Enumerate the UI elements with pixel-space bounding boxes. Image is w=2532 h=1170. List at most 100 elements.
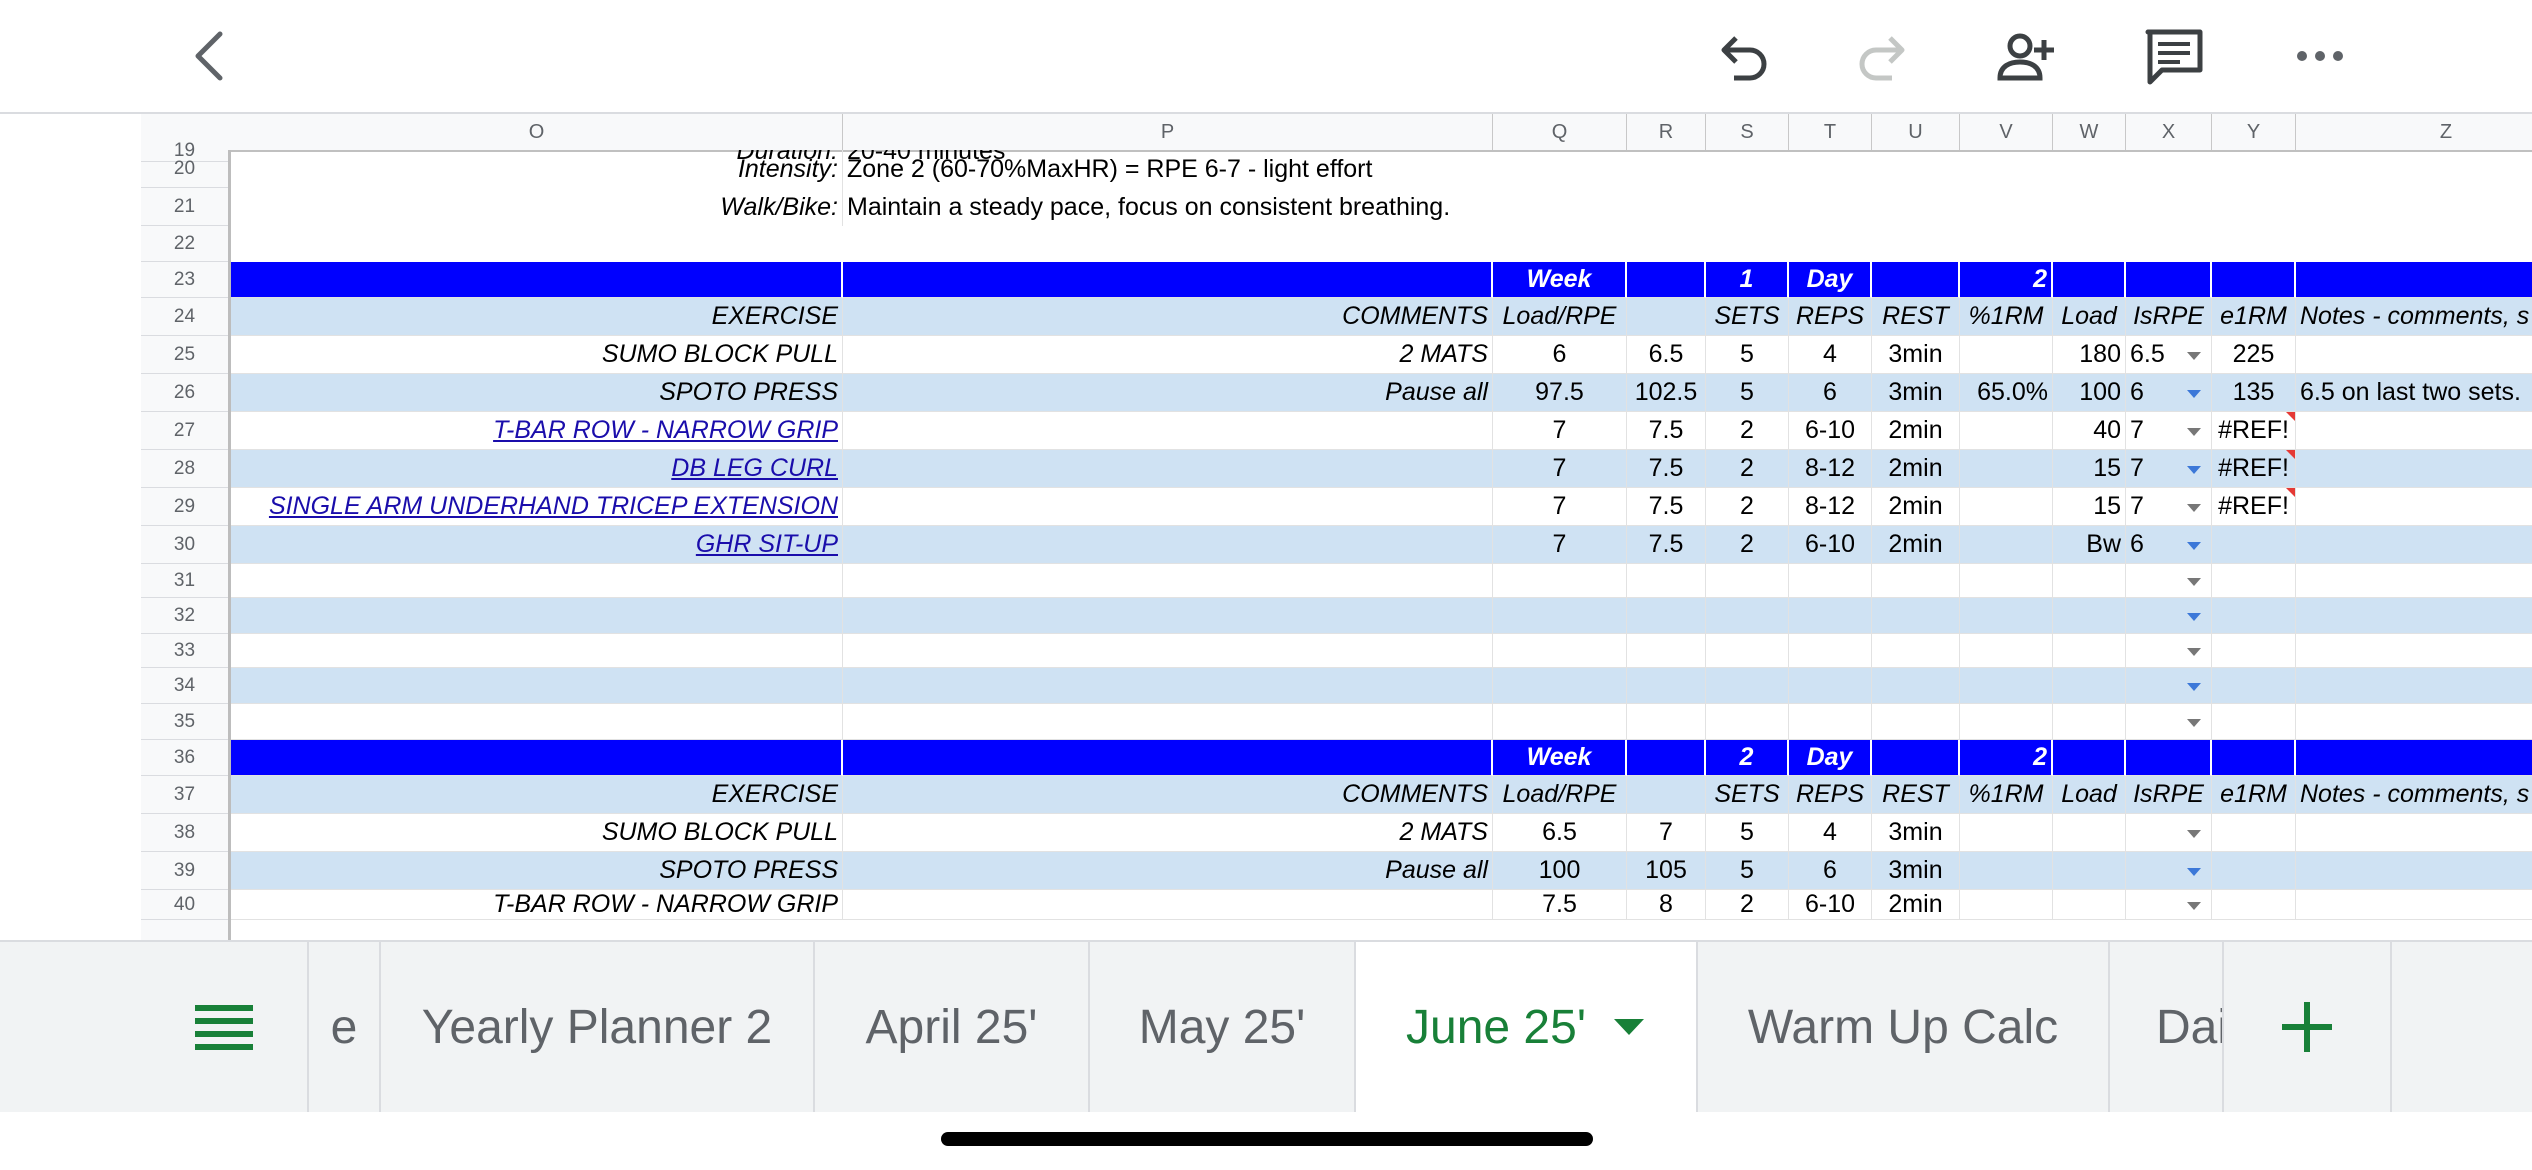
cell-w[interactable]: 100 xyxy=(2053,374,2126,412)
cell-r[interactable]: 7 xyxy=(1627,814,1706,852)
tab-partial-left[interactable]: e xyxy=(309,942,381,1112)
day-label[interactable]: Day xyxy=(1789,740,1872,776)
info-value[interactable]: Zone 2 (60-70%MaxHR) = RPE 6-7 - light e… xyxy=(843,150,1493,188)
tab-june-25[interactable]: June 25' xyxy=(1356,942,1698,1112)
cell-q[interactable]: 7 xyxy=(1493,526,1627,564)
cell-v[interactable] xyxy=(1960,814,2053,852)
cell-t[interactable]: 6 xyxy=(1789,374,1872,412)
cell-w[interactable] xyxy=(2053,814,2126,852)
cell-z[interactable] xyxy=(2296,526,2532,564)
cell-z[interactable] xyxy=(2296,412,2532,450)
cell-s[interactable] xyxy=(1706,188,1789,226)
row-header-33[interactable]: 33 xyxy=(141,634,228,668)
info-value[interactable]: Maintain a steady pace, focus on consist… xyxy=(843,188,1493,226)
row-header-35[interactable]: 35 xyxy=(141,704,228,740)
header-cell-x[interactable] xyxy=(2126,740,2212,776)
spreadsheet-grid[interactable]: O P Q R S T U V W X Y Z 19 20 21 22 23 24 25 26… xyxy=(0,114,2532,940)
row-header-25[interactable]: 25 xyxy=(141,336,228,374)
cell-q[interactable] xyxy=(1493,598,1627,634)
cell-r[interactable]: 105 xyxy=(1627,852,1706,890)
column-label-comments[interactable]: COMMENTS xyxy=(843,776,1493,814)
cell-u[interactable] xyxy=(1872,598,1960,634)
exercise-name[interactable]: GHR SIT-UP xyxy=(231,526,843,564)
column-label-exercise[interactable]: EXERCISE xyxy=(231,776,843,814)
row-header-28[interactable]: 28 xyxy=(141,450,228,488)
cell-u[interactable] xyxy=(1872,668,1960,704)
cell-p[interactable] xyxy=(843,634,1493,668)
cell-z[interactable] xyxy=(2296,814,2532,852)
chevron-down-icon[interactable] xyxy=(2187,648,2201,656)
column-label-rest[interactable]: REST xyxy=(1872,298,1960,336)
cell-w[interactable] xyxy=(2053,668,2126,704)
chevron-down-icon[interactable] xyxy=(2187,830,2201,838)
column-label-notes[interactable]: Notes - comments, s xyxy=(2296,298,2532,336)
cell-z[interactable] xyxy=(2296,668,2532,704)
cell-q[interactable] xyxy=(1493,150,1627,188)
cell-z[interactable] xyxy=(2296,488,2532,526)
cell-w[interactable] xyxy=(2053,598,2126,634)
cell-o[interactable] xyxy=(231,704,843,740)
cell-u[interactable]: 3min xyxy=(1872,852,1960,890)
column-header-x[interactable]: X xyxy=(2126,114,2212,150)
header-cell-z[interactable] xyxy=(2296,740,2532,776)
cell-y[interactable]: #REF! xyxy=(2212,412,2296,450)
exercise-comment[interactable]: Pause all xyxy=(843,374,1493,412)
cell-x[interactable] xyxy=(2126,564,2212,598)
cell-x[interactable] xyxy=(2126,668,2212,704)
back-icon[interactable] xyxy=(180,24,244,88)
cell-q[interactable]: 7 xyxy=(1493,450,1627,488)
more-icon[interactable] xyxy=(2288,24,2352,88)
column-header-y[interactable]: Y xyxy=(2212,114,2296,150)
cell-v[interactable] xyxy=(1960,564,2053,598)
cell-u[interactable] xyxy=(1872,704,1960,740)
chevron-down-icon[interactable] xyxy=(2187,428,2201,436)
cell-q[interactable]: 6 xyxy=(1493,336,1627,374)
column-label-load_rpe[interactable]: Load/RPE xyxy=(1493,298,1627,336)
cell-r[interactable] xyxy=(1627,634,1706,668)
cell-s[interactable]: 2 xyxy=(1706,412,1789,450)
cell-w[interactable] xyxy=(2053,852,2126,890)
row-header-29[interactable]: 29 xyxy=(141,488,228,526)
add-sheet-button[interactable] xyxy=(2224,942,2392,1112)
cell-x[interactable] xyxy=(2126,150,2212,188)
chevron-down-icon[interactable] xyxy=(2187,352,2201,360)
tab-warm-up-calc[interactable]: Warm Up Calc xyxy=(1698,942,2110,1112)
column-label-exercise[interactable]: EXERCISE xyxy=(231,298,843,336)
isrpe-dropdown[interactable]: 6 xyxy=(2126,526,2212,564)
cell-y[interactable] xyxy=(2212,852,2296,890)
cell-z[interactable] xyxy=(2296,188,2532,226)
cell-o[interactable] xyxy=(231,668,843,704)
cell-v[interactable] xyxy=(1960,852,2053,890)
column-label-r[interactable] xyxy=(1627,776,1706,814)
chevron-down-icon[interactable] xyxy=(1612,1017,1646,1037)
column-label-isrpe[interactable]: IsRPE xyxy=(2126,776,2212,814)
cell-y[interactable]: 225 xyxy=(2212,336,2296,374)
isrpe-dropdown[interactable]: 7 xyxy=(2126,450,2212,488)
column-label-reps[interactable]: REPS xyxy=(1789,298,1872,336)
comment-icon[interactable] xyxy=(2142,24,2206,88)
week-label[interactable]: Week xyxy=(1493,262,1627,298)
exercise-name[interactable]: SPOTO PRESS xyxy=(231,852,843,890)
week-number[interactable]: 2 xyxy=(1706,740,1789,776)
column-label-r[interactable] xyxy=(1627,298,1706,336)
cell-w[interactable] xyxy=(2053,150,2126,188)
cell-u[interactable] xyxy=(1872,564,1960,598)
tab-yearly-planner[interactable]: Yearly Planner 2 xyxy=(381,942,815,1112)
exercise-name[interactable]: SPOTO PRESS xyxy=(231,374,843,412)
header-cell-x[interactable] xyxy=(2126,262,2212,298)
cell-r[interactable] xyxy=(1627,668,1706,704)
column-label-load[interactable]: Load xyxy=(2053,298,2126,336)
cell-w[interactable] xyxy=(2053,188,2126,226)
cell-u[interactable] xyxy=(1872,188,1960,226)
cell-z[interactable] xyxy=(2296,598,2532,634)
header-cell-u[interactable] xyxy=(1872,740,1960,776)
header-cell-w[interactable] xyxy=(2053,740,2126,776)
cell-s[interactable]: 5 xyxy=(1706,374,1789,412)
cell-s[interactable] xyxy=(1706,668,1789,704)
cell-y[interactable] xyxy=(2212,188,2296,226)
cell-r[interactable] xyxy=(1627,704,1706,740)
cell-t[interactable] xyxy=(1789,188,1872,226)
column-label-isrpe[interactable]: IsRPE xyxy=(2126,298,2212,336)
cell-y[interactable] xyxy=(2212,668,2296,704)
cell-v[interactable] xyxy=(1960,150,2053,188)
